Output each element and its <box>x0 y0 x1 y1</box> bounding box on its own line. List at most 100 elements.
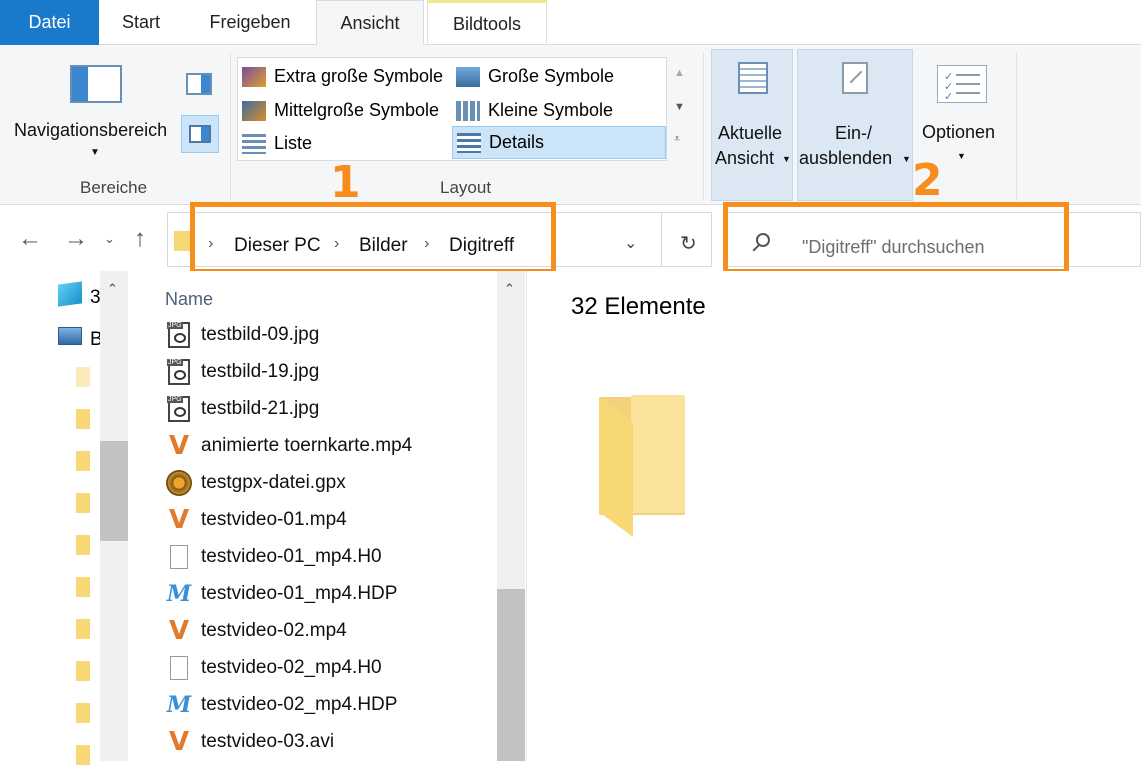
scroll-down-icon[interactable]: ▼ <box>674 101 685 113</box>
extra-large-icons-icon <box>242 66 266 87</box>
file-name: testbild-19.jpg <box>201 361 320 382</box>
file-row[interactable]: testvideo-01_mp4.H0 <box>165 539 382 575</box>
navigation-pane-button[interactable]: Navigationsbereich ▼ <box>8 55 184 175</box>
folder-icon <box>76 619 90 639</box>
highlight-box-address <box>190 202 556 274</box>
layout-item-label: Liste <box>274 133 313 153</box>
gpx-file-icon <box>165 469 193 497</box>
large-icons-icon <box>456 66 480 87</box>
folder-icon <box>76 745 90 765</box>
file-row[interactable]: JPG testbild-19.jpg <box>165 354 319 390</box>
tab-file[interactable]: Datei <box>0 0 99 45</box>
file-name: testvideo-02_mp4.H0 <box>201 657 382 678</box>
file-row[interactable]: JPG testbild-09.jpg <box>165 317 319 353</box>
file-row[interactable]: Vtestvideo-02.mp4 <box>165 613 347 649</box>
details-pane-button[interactable] <box>181 115 219 153</box>
file-row[interactable]: testvideo-02_mp4.H0 <box>165 650 382 686</box>
folder-icon <box>76 577 90 597</box>
layout-gallery-scroll[interactable]: ▲ ▼ ⩡ <box>667 57 691 161</box>
current-view-button[interactable]: Aktuelle Ansicht ▼ <box>711 49 793 201</box>
gallery-expand-icon[interactable]: ⩡ <box>674 133 680 146</box>
layout-gallery: Extra große Symbole Große Symbole Mittel… <box>237 57 667 161</box>
refresh-icon[interactable]: ↻ <box>680 231 697 256</box>
layout-list[interactable]: Liste <box>242 127 312 160</box>
medium-icons-icon <box>242 100 266 121</box>
navpane-scroll-thumb[interactable] <box>100 441 128 541</box>
navpane-scrollbar[interactable]: ⌃ <box>100 271 128 761</box>
show-hide-label-1: Ein-/ <box>835 123 873 143</box>
file-row[interactable]: Vtestvideo-03.avi <box>165 724 334 760</box>
file-row[interactable]: Mtestvideo-02_mp4.HDP <box>165 687 398 723</box>
highlight-box-search <box>723 202 1069 274</box>
navigation-pane: 3 B ⌃ <box>0 271 130 765</box>
layout-item-label: Kleine Symbole <box>488 100 614 120</box>
annotation-marker-1: 1 <box>330 157 361 208</box>
current-view-icon <box>738 62 768 94</box>
file-name: testvideo-02_mp4.HDP <box>201 694 398 715</box>
forward-arrow-icon[interactable]: → <box>64 225 88 253</box>
scroll-up-icon[interactable]: ▲ <box>674 67 685 79</box>
tab-start[interactable]: Start <box>104 0 178 45</box>
file-name: testvideo-02.mp4 <box>201 620 347 641</box>
file-name: testvideo-01_mp4.HDP <box>201 583 398 604</box>
show-hide-label-2: ausblenden <box>799 148 893 168</box>
tab-picture-tools[interactable]: Bildtools <box>427 0 547 45</box>
details-icon <box>457 132 481 153</box>
layout-small-icons[interactable]: Kleine Symbole <box>456 94 613 127</box>
folder-icon <box>76 409 90 429</box>
ribbon-tab-bar: Datei Start Freigeben Ansicht Bildtools <box>0 0 1141 46</box>
nav-item-3d-objects[interactable]: 3 <box>90 287 101 309</box>
group-label-panes: Bereiche <box>80 178 148 197</box>
file-row[interactable]: JPG testbild-21.jpg <box>165 391 319 427</box>
tab-view[interactable]: Ansicht <box>316 0 424 46</box>
jpg-file-icon: JPG <box>165 358 193 386</box>
jpg-file-icon: JPG <box>165 395 193 423</box>
layout-extra-large-icons[interactable]: Extra große Symbole <box>242 60 443 93</box>
preview-pane-button[interactable] <box>186 73 212 95</box>
show-hide-button[interactable]: Ein-/ ausblenden ▼ <box>797 49 913 201</box>
video-file-icon: V <box>168 431 190 461</box>
file-row[interactable]: Vtestvideo-01.mp4 <box>165 502 347 538</box>
annotation-marker-2: 2 <box>912 155 943 206</box>
ribbon-separator <box>230 53 231 201</box>
chevron-down-icon: ▼ <box>902 154 911 164</box>
video-file-icon: V <box>168 505 190 535</box>
address-history-chevron-icon[interactable]: ⌄ <box>624 233 637 253</box>
file-name: testvideo-01_mp4.H0 <box>201 546 382 567</box>
address-bar-row: ← → ⌄ ↑ › Dieser PC › Bilder › Digitreff… <box>0 155 1141 274</box>
scroll-up-icon[interactable]: ⌃ <box>107 281 118 297</box>
tab-share[interactable]: Freigeben <box>190 0 310 45</box>
pictures-icon <box>58 327 82 345</box>
recent-locations-chevron-icon[interactable]: ⌄ <box>104 231 115 247</box>
list-icon <box>242 133 266 154</box>
folder-icon <box>76 367 90 387</box>
up-arrow-icon[interactable]: ↑ <box>134 225 146 253</box>
current-view-label-2: Ansicht <box>715 148 775 168</box>
file-row[interactable]: Vanimierte toernkarte.mp4 <box>165 428 412 464</box>
filelist-scroll-thumb[interactable] <box>497 589 525 761</box>
hdp-file-icon: M <box>166 581 192 607</box>
current-view-label-1: Aktuelle <box>718 123 783 143</box>
navigation-pane-label: Navigationsbereich <box>14 120 168 140</box>
file-name: testbild-09.jpg <box>201 324 320 345</box>
file-list: Name JPG testbild-09.jpg JPG testbild-19.jp… <box>130 271 527 761</box>
address-divider <box>661 213 662 266</box>
file-row[interactable]: testgpx-datei.gpx <box>165 465 346 501</box>
jpg-file-icon: JPG <box>165 321 193 349</box>
folder-icon <box>76 451 90 471</box>
layout-item-label: Extra große Symbole <box>274 66 444 86</box>
back-arrow-icon[interactable]: ← <box>18 225 42 253</box>
layout-item-label: Details <box>489 132 545 152</box>
layout-medium-icons[interactable]: Mittelgroße Symbole <box>242 94 439 127</box>
chevron-down-icon: ▼ <box>90 147 100 158</box>
hdp-file-icon: M <box>166 692 192 718</box>
column-header-name[interactable]: Name <box>165 289 213 310</box>
layout-item-label: Mittelgroße Symbole <box>274 100 440 120</box>
scroll-up-icon[interactable]: ⌃ <box>504 281 515 297</box>
layout-large-icons[interactable]: Große Symbole <box>456 60 614 93</box>
file-row[interactable]: Mtestvideo-01_mp4.HDP <box>165 576 398 612</box>
layout-details[interactable]: Details <box>452 126 666 159</box>
group-label-layout: Layout <box>440 178 492 197</box>
folder-icon <box>76 703 90 723</box>
filelist-scrollbar[interactable]: ⌃ <box>497 271 525 761</box>
